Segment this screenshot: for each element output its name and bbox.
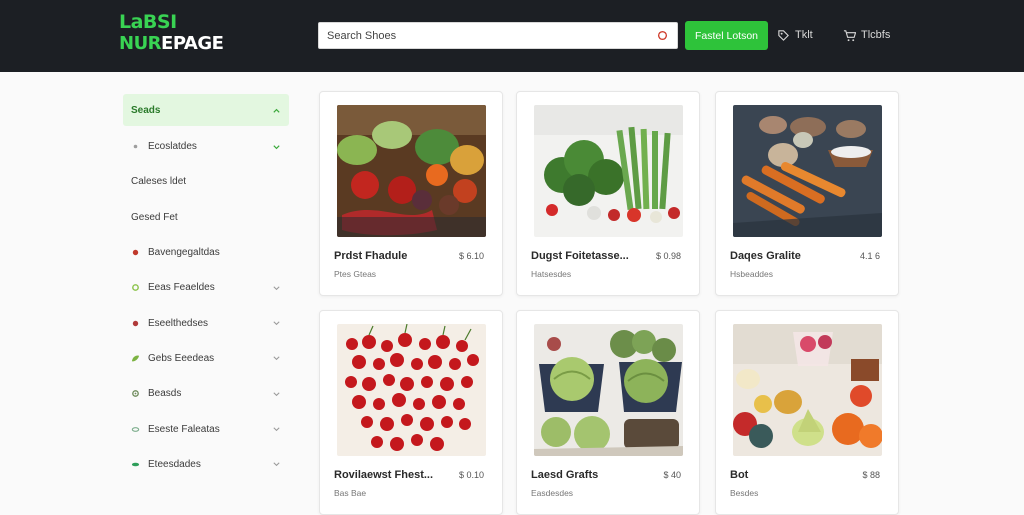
product-card[interactable]: Bot $ 88 Besdes [715, 310, 899, 515]
chevron-down-icon [273, 356, 280, 361]
cart-icon [843, 29, 856, 41]
product-title: Rovilaewst Fhest... [334, 469, 434, 481]
product-price: 4.1 6 [859, 251, 880, 261]
product-price: $ 0.10 [458, 470, 484, 480]
product-card[interactable]: Laesd Grafts $ 40 Easdesdes [516, 310, 700, 515]
product-card[interactable]: Daqes Gralite 4.1 6 Hsbeaddes [715, 91, 899, 296]
sidebar-item-9[interactable]: Eseste Faleatas [123, 411, 289, 446]
sidebar-item-5[interactable]: Eeas Feaeldes [123, 270, 289, 305]
tags-link[interactable]: Tklt [777, 27, 813, 43]
product-subtitle: Easdesdes [531, 488, 574, 498]
product-image[interactable] [534, 105, 683, 237]
tomato-icon [132, 249, 139, 256]
sidebar-item-label: Ecoslatdes [148, 141, 197, 153]
logo-line-1: LaBSI [119, 11, 177, 33]
logo-line-2-green: NUR [119, 33, 162, 54]
cart-link-label: Tlcbfs [861, 29, 891, 41]
cabbage-lettuce-image [534, 324, 683, 456]
search-box [318, 22, 678, 49]
cart-link[interactable]: Tlcbfs [843, 27, 890, 43]
product-price: $ 40 [663, 470, 681, 480]
sidebar-item-2[interactable]: Caleses ldet [123, 164, 289, 199]
product-subtitle: Bas Bae [334, 488, 367, 498]
sidebar-item-label: Bavengegaltdas [148, 247, 220, 259]
sidebar-item-seeds[interactable]: Seads [123, 94, 289, 126]
product-image[interactable] [337, 105, 486, 237]
chevron-down-icon [273, 392, 280, 396]
category-sidebar: Seads Ecoslatdes Caleses ldet Gesed Fet … [123, 94, 289, 482]
sidebar-item-label: Eseelthedses [148, 317, 209, 329]
carrots-root-veg-image [733, 105, 882, 237]
product-image[interactable] [733, 105, 882, 237]
sidebar-item-6[interactable]: Eseelthedses [123, 305, 289, 340]
tag-icon [778, 29, 789, 41]
product-title: Prdst Fhadule [334, 250, 408, 262]
product-subtitle: Ptes Gteas [334, 269, 377, 279]
sidebar-item-1[interactable]: Ecoslatdes [123, 129, 289, 164]
site-logo[interactable]: LaBSI NUREPAGE [119, 11, 224, 55]
product-title: Daqes Gralite [730, 250, 801, 262]
cucumber-icon [131, 462, 140, 467]
product-image[interactable] [534, 324, 683, 456]
sidebar-item-4[interactable]: Bavengegaltdas [123, 235, 289, 270]
sidebar-item-7[interactable]: Gebs Eeedeas [123, 341, 289, 376]
sidebar-item-label: Gebs Eeedeas [148, 352, 215, 364]
search-button[interactable]: Fastel Lotson [685, 21, 768, 50]
product-card[interactable]: Prdst Fhadule $ 6.10 Ptes Gteas [319, 91, 503, 296]
chevron-up-icon [273, 108, 280, 113]
product-price: $ 0.98 [655, 251, 681, 261]
herb-leaf-icon [131, 355, 140, 362]
sidebar-item-10[interactable]: Eteesdades [123, 447, 289, 482]
sidebar-item-8[interactable]: Beasds [123, 376, 289, 411]
chevron-down-icon [273, 462, 280, 467]
sidebar-item-label: Beasds [148, 388, 182, 400]
product-subtitle: Hsbeaddes [730, 269, 774, 279]
sidebar-item-label: Gesed Fet [131, 211, 178, 223]
sidebar-item-3[interactable]: Gesed Fet [123, 200, 289, 235]
broccoli-asparagus-image [534, 105, 683, 237]
sidebar-item-label: Caleses ldet [131, 176, 187, 188]
clear-search-icon[interactable] [657, 30, 668, 41]
berry-icon [132, 320, 139, 326]
cherries-image [337, 324, 486, 456]
sidebar-item-label: Seads [131, 104, 161, 116]
lime-icon [132, 284, 139, 292]
product-image[interactable] [337, 324, 486, 456]
sidebar-item-label: Eeas Feaeldes [148, 282, 215, 294]
sidebar-item-label: Eseste Faleatas [148, 423, 220, 435]
product-price: $ 88 [862, 470, 880, 480]
chevron-down-icon [273, 321, 280, 326]
tags-link-label: Tklt [795, 29, 813, 41]
chevron-down-icon [273, 286, 280, 290]
mixed-vegetables-image [337, 105, 486, 237]
logo-line-2: NUREPAGE [119, 33, 224, 54]
product-subtitle: Besdes [730, 488, 759, 498]
product-title: Bot [730, 469, 749, 481]
product-price: $ 6.10 [458, 251, 484, 261]
product-card[interactable]: Dugst Foitetasse... $ 0.98 Hatsesdes [516, 91, 700, 296]
product-subtitle: Hatsesdes [531, 269, 572, 279]
sidebar-item-label: Eteesdades [148, 458, 201, 470]
bean-icon [132, 390, 139, 398]
chevron-down-icon [273, 427, 280, 432]
product-title: Dugst Foitetasse... [531, 250, 629, 262]
leaf-icon [133, 144, 138, 149]
top-navigation-bar: LaBSI NUREPAGE Fastel Lotson Tklt Tlcbfs [0, 0, 1024, 72]
chevron-down-icon [273, 144, 280, 149]
produce-assortment-image [733, 324, 882, 456]
search-input[interactable] [327, 23, 647, 48]
product-image[interactable] [733, 324, 882, 456]
logo-line-2-white: EPAGE [161, 33, 224, 54]
product-card[interactable]: Rovilaewst Fhest... $ 0.10 Bas Bae [319, 310, 503, 515]
product-title: Laesd Grafts [531, 469, 599, 481]
sprout-icon [131, 426, 140, 432]
